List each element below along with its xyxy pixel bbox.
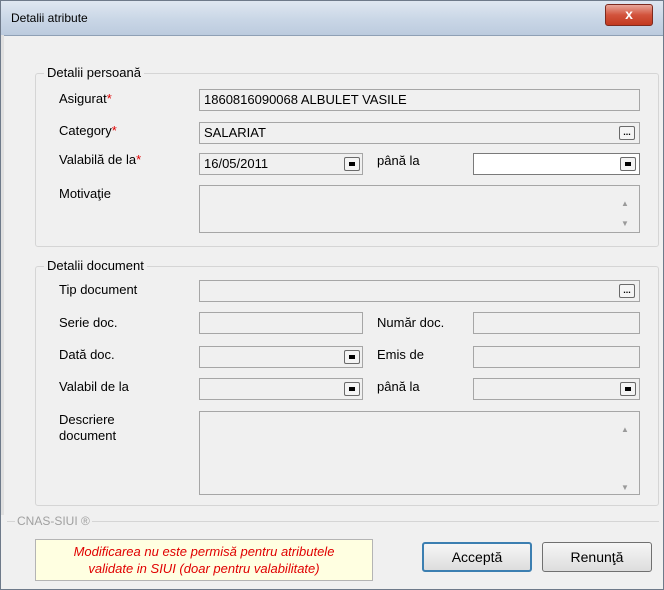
category-field[interactable]: SALARIAT ... [199,122,640,144]
scroll-down-icon[interactable]: ▼ [621,478,629,498]
category-browse-button[interactable]: ... [619,126,635,140]
number-label: Număr doc. [377,315,445,330]
valid-from-field[interactable]: 16/05/2011 [199,153,363,175]
left-edge [1,35,4,515]
accept-button[interactable]: Acceptă [422,542,532,572]
scroll-up-icon[interactable]: ▲ [621,194,629,214]
description-label: Descriere document [59,412,117,443]
document-details-legend: Detalii document [44,258,147,273]
valid-from-value: 16/05/2011 [204,156,269,171]
scroll-down-icon[interactable]: ▼ [621,214,629,234]
close-button[interactable]: x [605,4,653,26]
calendar-icon[interactable] [620,157,636,171]
series-field[interactable] [199,312,363,334]
doc-date-label: Dată doc. [59,347,115,362]
category-value: SALARIAT [204,125,266,140]
until-field[interactable] [473,153,640,175]
footer-separator [7,521,659,522]
calendar-icon[interactable] [620,382,636,396]
insured-field[interactable]: 1860816090068 ALBULET VASILE [199,89,640,111]
calendar-icon[interactable] [344,350,360,364]
doc-type-field[interactable]: ... [199,280,640,302]
until-label: până la [377,153,420,168]
doc-type-browse-button[interactable]: ... [619,284,635,298]
doc-type-label: Tip document [59,282,138,297]
calendar-icon[interactable] [344,382,360,396]
dialog-window: Detalii atribute x Detalii persoană Asig… [0,0,664,590]
motivation-textarea[interactable]: ▲ ▼ [199,185,640,233]
doc-until-field[interactable] [473,378,640,400]
doc-date-field[interactable] [199,346,363,368]
issued-by-field[interactable] [473,346,640,368]
insured-label: Asigurat* [59,91,112,106]
warning-message: Modificarea nu este permisă pentru atrib… [35,539,373,581]
personal-details-legend: Detalii persoană [44,65,144,80]
doc-until-label: până la [377,379,420,394]
cnas-siui-label: CNAS-SIUI ® [15,514,92,528]
valid-from-label: Valabilă de la* [59,152,142,167]
cancel-button[interactable]: Renunţă [542,542,652,572]
scroll-up-icon[interactable]: ▲ [621,420,629,440]
description-textarea[interactable]: ▲ ▼ [199,411,640,495]
motivation-label: Motivaţie [59,186,112,201]
series-label: Serie doc. [59,315,118,330]
issued-by-label: Emis de [377,347,424,362]
title-bar[interactable]: Detalii atribute x [1,1,663,36]
calendar-icon[interactable] [344,157,360,171]
category-label: Category* [59,123,117,138]
number-field[interactable] [473,312,640,334]
doc-valid-from-label: Valabil de la [59,379,129,394]
doc-valid-from-field[interactable] [199,378,363,400]
window-title: Detalii atribute [11,11,88,25]
